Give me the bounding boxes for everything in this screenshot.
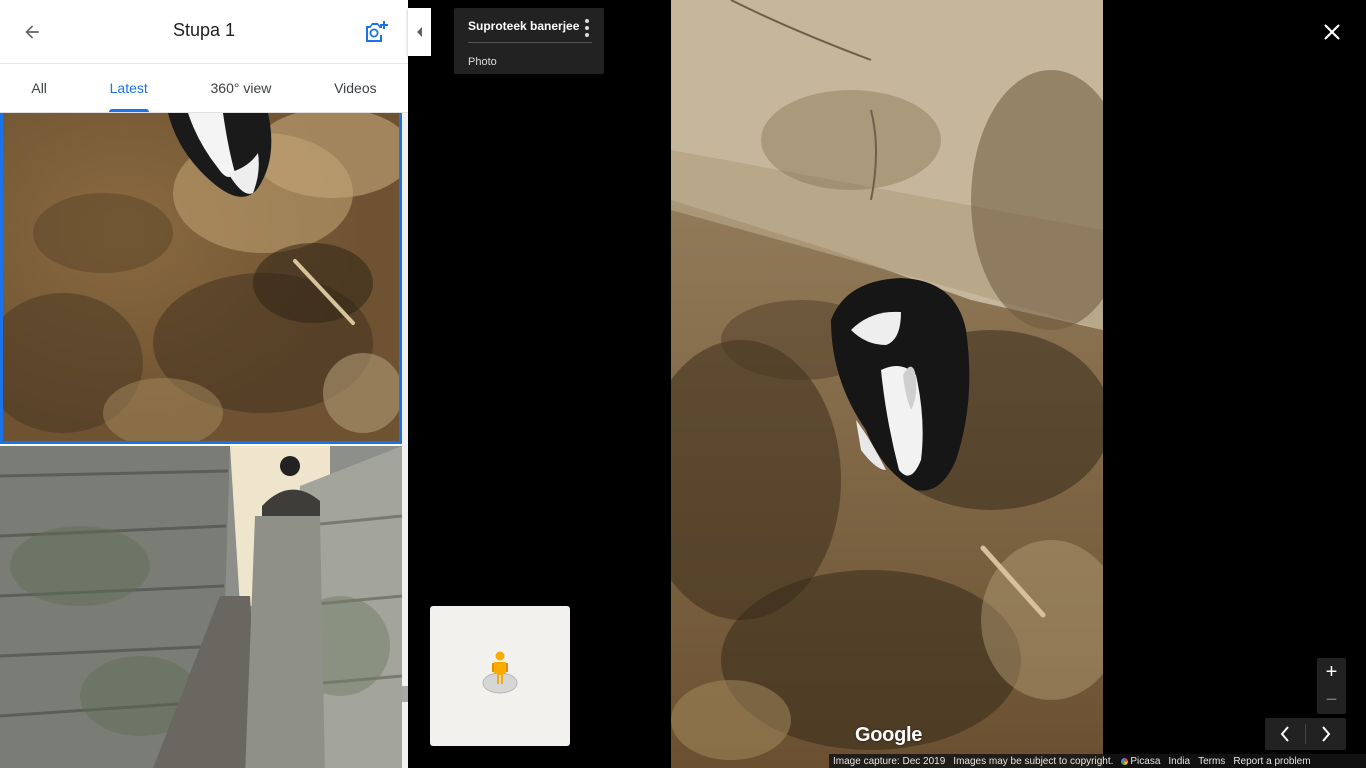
photo-thumbnail-stone-corridor[interactable] (0, 446, 402, 768)
add-photo-button[interactable] (360, 16, 392, 48)
collapse-panel-button[interactable] (408, 8, 431, 56)
photo-author[interactable]: Suproteek banerjee (468, 19, 579, 33)
tab-360-view[interactable]: 360° view (179, 64, 303, 112)
pegman-icon (482, 651, 518, 694)
report-problem-link[interactable]: Report a problem (1229, 756, 1314, 767)
chevron-right-icon (1322, 726, 1331, 742)
picasa-link[interactable]: Picasa (1117, 756, 1164, 767)
photo-type-label: Photo (468, 56, 497, 68)
map-footer: Image capture: Dec 2019 Images may be su… (829, 754, 1366, 768)
image-capture-date: Image capture: Dec 2019 (833, 755, 946, 767)
add-photo-camera-icon (366, 21, 388, 42)
tab-videos[interactable]: Videos (303, 64, 408, 112)
photo-thumbnail-rabbit[interactable] (0, 113, 402, 444)
zoom-control: + − (1317, 658, 1346, 714)
scrollbar-thumb[interactable] (402, 686, 408, 702)
thumbnail-scrollbar[interactable] (402, 113, 408, 768)
more-options-button[interactable] (580, 18, 594, 38)
photo-navigation (1265, 718, 1346, 750)
google-logo: Google (855, 724, 923, 746)
photos-panel: Stupa 1 All Latest 360° view Videos (0, 0, 408, 768)
caret-left-icon (416, 27, 422, 37)
picasa-icon (1121, 757, 1129, 765)
place-title: Stupa 1 (172, 20, 236, 40)
photo-info-card: Suproteek banerjee Photo (454, 8, 604, 74)
picasa-label: Picasa (1130, 755, 1161, 767)
chevron-left-icon (1280, 726, 1289, 742)
country-link[interactable]: India (1164, 756, 1194, 767)
photo-tabs: All Latest 360° view Videos (0, 64, 408, 113)
close-button[interactable] (1318, 18, 1346, 46)
close-icon (1324, 24, 1340, 40)
minimap[interactable] (430, 606, 570, 746)
more-vert-icon (585, 19, 589, 23)
copyright-notice: Images may be subject to copyright. (953, 755, 1114, 767)
next-photo-button[interactable] (1306, 718, 1346, 750)
tab-latest[interactable]: Latest (78, 64, 179, 112)
tab-all[interactable]: All (0, 64, 78, 112)
terms-link[interactable]: Terms (1194, 756, 1229, 767)
main-photo-viewer[interactable] (671, 0, 1103, 768)
photo-thumbnail-list (0, 113, 402, 768)
info-divider (468, 42, 592, 43)
zoom-out-button[interactable]: − (1317, 686, 1346, 714)
previous-photo-button[interactable] (1265, 718, 1305, 750)
panel-header: Stupa 1 (0, 0, 408, 64)
zoom-in-button[interactable]: + (1317, 658, 1346, 686)
